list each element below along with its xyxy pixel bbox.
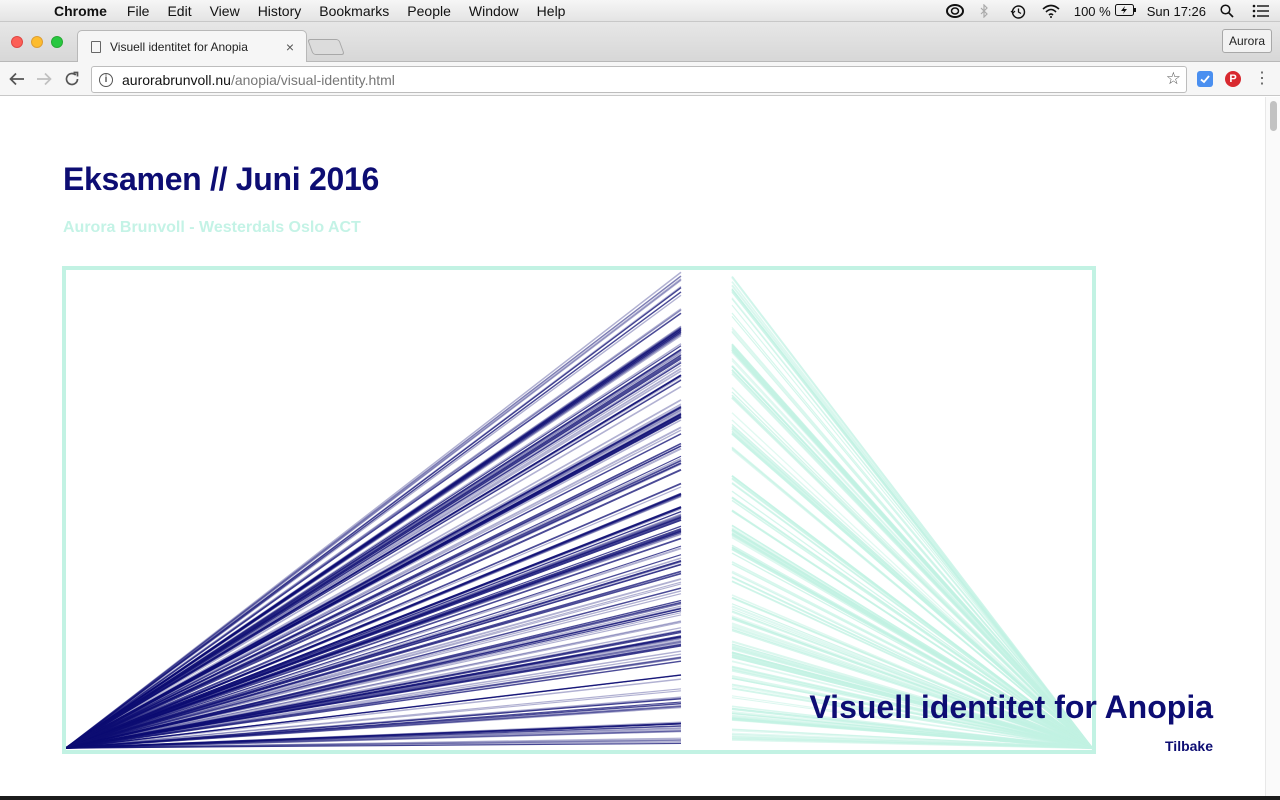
page-subtitle: Aurora Brunvoll - Westerdals Oslo ACT [63, 219, 361, 236]
tab-title: Visuell identitet for Anopia [110, 40, 248, 54]
bookmark-star-icon[interactable]: ☆ [1166, 69, 1181, 89]
chrome-menu-icon[interactable]: ⋮ [1254, 68, 1270, 88]
notification-center-icon[interactable] [1252, 4, 1270, 18]
menu-help[interactable]: Help [537, 3, 566, 19]
menu-bar-clock[interactable]: Sun 17:26 [1147, 4, 1206, 19]
artwork-line [66, 312, 682, 749]
vertical-scrollbar[interactable] [1265, 97, 1280, 796]
battery-icon[interactable] [1114, 4, 1136, 18]
identity-artwork [62, 266, 1096, 754]
window-minimize-button[interactable] [31, 36, 43, 48]
window-maximize-button[interactable] [51, 36, 63, 48]
forward-arrow-icon[interactable] [32, 67, 56, 91]
tab-strip: Visuell identitet for Anopia × Aurora [0, 22, 1280, 63]
creative-cloud-icon[interactable] [945, 4, 964, 18]
bluetooth-icon[interactable] [978, 3, 996, 19]
tab-close-icon[interactable]: × [280, 39, 300, 55]
profile-button[interactable]: Aurora [1221, 29, 1272, 53]
menu-view[interactable]: View [210, 3, 240, 19]
mint-fan-lines [731, 275, 1092, 750]
tab-active[interactable]: Visuell identitet for Anopia × [77, 30, 307, 63]
menu-people[interactable]: People [407, 3, 451, 19]
pinterest-icon[interactable]: P [1225, 71, 1241, 87]
menu-app-name[interactable]: Chrome [54, 3, 107, 19]
menu-bar-status-area: 100 % Sun 17:26 [932, 0, 1270, 22]
battery-percentage: 100 % [1073, 3, 1111, 19]
address-bar[interactable]: i aurorabrunvoll.nu /anopia/visual-ident… [91, 66, 1187, 93]
navy-fan-lines [66, 271, 682, 749]
page-title: Eksamen // Juni 2016 [63, 161, 379, 197]
menu-history[interactable]: History [258, 3, 302, 19]
window-close-button[interactable] [11, 36, 23, 48]
menu-window[interactable]: Window [469, 3, 519, 19]
back-link[interactable]: Tilbake [1165, 738, 1213, 754]
time-machine-icon[interactable] [1010, 4, 1028, 19]
new-tab-button[interactable] [307, 39, 345, 55]
menu-bookmarks[interactable]: Bookmarks [319, 3, 389, 19]
url-path: /anopia/visual-identity.html [230, 71, 395, 88]
url-host: aurorabrunvoll.nu [122, 71, 231, 88]
macos-menu-bar: Chrome File Edit View History Bookmarks … [0, 0, 1280, 22]
page-icon [91, 41, 101, 53]
extension-checkmark-icon[interactable] [1197, 71, 1213, 87]
menu-file[interactable]: File [127, 3, 150, 19]
reload-icon[interactable] [60, 67, 84, 91]
scrollbar-thumb[interactable] [1270, 101, 1277, 131]
back-arrow-icon[interactable] [5, 67, 29, 91]
site-info-icon[interactable]: i [99, 72, 113, 87]
wifi-icon[interactable] [1042, 4, 1060, 18]
browser-toolbar: i aurorabrunvoll.nu /anopia/visual-ident… [0, 62, 1280, 96]
window-bottom-edge [0, 796, 1280, 800]
browser-window: Visuell identitet for Anopia × Aurora i … [0, 22, 1280, 796]
menu-edit[interactable]: Edit [167, 3, 191, 19]
page-viewport: Eksamen // Juni 2016 Aurora Brunvoll - W… [0, 97, 1280, 796]
project-title: Visuell identitet for Anopia [809, 689, 1213, 725]
line-artwork-graphic [66, 271, 1092, 750]
spotlight-search-icon[interactable] [1220, 4, 1238, 18]
